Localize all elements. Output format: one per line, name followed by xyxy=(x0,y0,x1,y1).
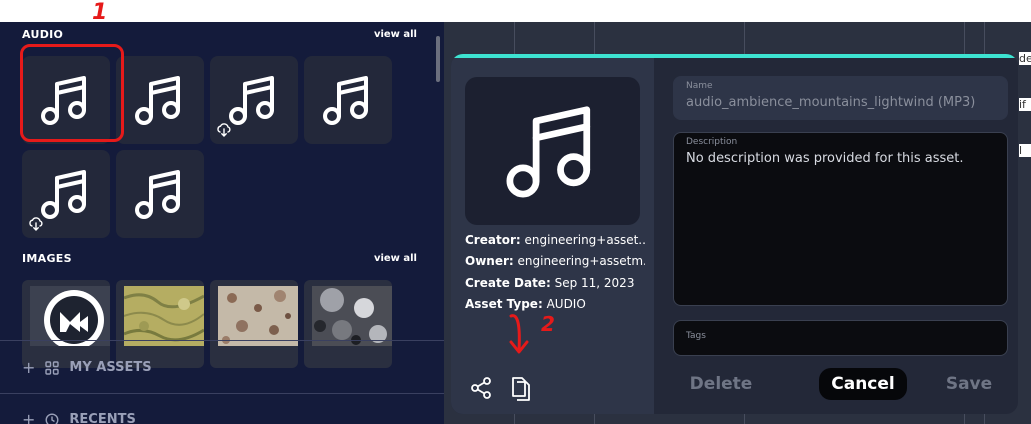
plus-icon: + xyxy=(22,410,36,424)
asset-info-sidebar: Creator: engineering+asset... Owner: eng… xyxy=(451,58,654,414)
annotation-arrow xyxy=(509,314,529,354)
creator-row: Creator: engineering+asset... xyxy=(465,233,645,247)
audio-asset-tile[interactable] xyxy=(210,56,298,144)
asset-library-panel: AUDIO view all IMAGES view all + MY ASSE… xyxy=(0,22,444,424)
asset-preview xyxy=(465,77,640,225)
audio-asset-tile[interactable] xyxy=(116,150,204,238)
audio-section-header: AUDIO view all xyxy=(22,28,417,41)
my-assets-accordion[interactable]: + MY ASSETS xyxy=(22,358,152,377)
owner-value: engineering+assetm... xyxy=(517,254,645,268)
name-field-label: Name xyxy=(686,81,713,91)
description-field[interactable]: Description No description was provided … xyxy=(673,132,1008,306)
asset-type-row: Asset Type: AUDIO xyxy=(465,297,645,311)
audio-asset-tile[interactable] xyxy=(116,56,204,144)
name-field-value: audio_ambience_mountains_lightwind (MP3) xyxy=(686,95,976,110)
create-date-value: Sep 11, 2023 xyxy=(554,276,635,290)
grid-icon xyxy=(45,360,60,375)
creator-label: Creator: xyxy=(465,233,521,247)
recents-label: RECENTS xyxy=(69,412,136,424)
owner-label: Owner: xyxy=(465,254,514,268)
edge-text-3: l xyxy=(1019,144,1031,157)
clock-icon xyxy=(45,413,59,424)
image-asset-tile[interactable] xyxy=(210,280,298,368)
asset-actions xyxy=(469,376,533,402)
image-asset-tile[interactable] xyxy=(22,280,110,368)
section-divider xyxy=(0,393,444,394)
music-note-icon xyxy=(135,170,180,219)
tags-field-label: Tags xyxy=(686,331,706,341)
audio-asset-tile[interactable] xyxy=(22,150,110,238)
tags-field[interactable]: Tags xyxy=(673,320,1008,356)
cancel-button[interactable]: Cancel xyxy=(819,368,907,400)
owner-row: Owner: engineering+assetm... xyxy=(465,254,645,268)
image-asset-tile[interactable] xyxy=(116,280,204,368)
copy-document-icon[interactable] xyxy=(509,376,533,402)
plus-icon: + xyxy=(22,358,36,377)
annotation-highlight-box xyxy=(20,44,124,142)
description-field-value: No description was provided for this ass… xyxy=(686,151,964,166)
music-note-icon xyxy=(135,76,180,125)
edge-text-1: de xyxy=(1019,52,1031,65)
image-asset-tile[interactable] xyxy=(304,280,392,368)
brand-logo-icon xyxy=(30,286,110,346)
delete-button[interactable]: Delete xyxy=(681,368,761,400)
name-field[interactable]: Name audio_ambience_mountains_lightwind … xyxy=(673,76,1008,120)
edge-text-2: if xyxy=(1019,98,1031,111)
asset-type-label: Asset Type: xyxy=(465,297,543,311)
my-assets-label: MY ASSETS xyxy=(69,360,152,375)
recents-accordion[interactable]: + RECENTS xyxy=(22,410,136,424)
description-field-label: Description xyxy=(686,137,738,147)
cloud-download-icon xyxy=(29,217,43,231)
images-section-header: IMAGES view all xyxy=(22,252,417,265)
library-scrollbar[interactable] xyxy=(436,36,440,82)
creator-value: engineering+asset... xyxy=(524,233,646,247)
images-view-all-link[interactable]: view all xyxy=(374,253,417,264)
section-divider xyxy=(0,340,444,341)
audio-view-all-link[interactable]: view all xyxy=(374,29,417,40)
asset-type-value: AUDIO xyxy=(546,297,586,311)
audio-asset-tile[interactable] xyxy=(304,56,392,144)
share-icon[interactable] xyxy=(469,376,493,400)
annotation-number-2: 2 xyxy=(541,312,555,336)
create-date-label: Create Date: xyxy=(465,276,551,290)
audio-section-title: AUDIO xyxy=(22,28,64,41)
terrain-texture-thumbnail xyxy=(124,286,204,346)
create-date-row: Create Date: Sep 11, 2023 xyxy=(465,276,645,290)
music-note-icon xyxy=(506,106,590,198)
save-button[interactable]: Save xyxy=(937,368,1001,400)
cloud-download-icon xyxy=(217,123,231,137)
annotation-number-1: 1 xyxy=(92,0,108,25)
noise-texture-thumbnail xyxy=(312,286,392,346)
rock-texture-thumbnail xyxy=(218,286,298,346)
music-note-icon xyxy=(323,76,368,125)
images-section-title: IMAGES xyxy=(22,252,72,265)
asset-details-modal: Creator: engineering+asset... Owner: eng… xyxy=(451,54,1018,414)
